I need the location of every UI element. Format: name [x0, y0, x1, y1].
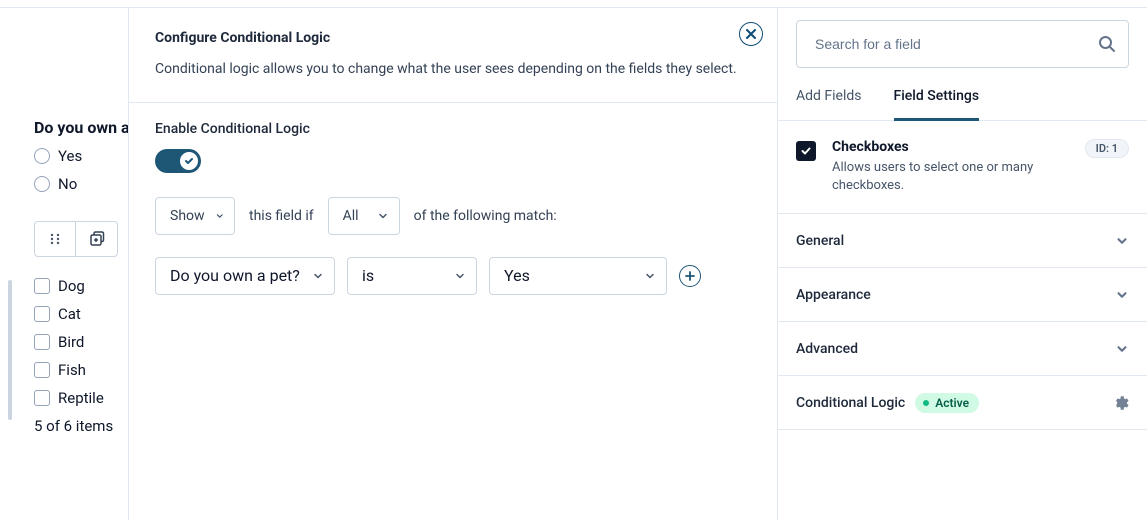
status-dot-icon — [923, 400, 929, 406]
conditional-logic-modal: Configure Conditional Logic Conditional … — [128, 8, 778, 520]
radio-label: No — [58, 175, 77, 193]
checkbox-label: Reptile — [58, 389, 104, 407]
match-type-select[interactable]: All — [328, 197, 400, 235]
section-label: Advanced — [796, 341, 858, 357]
search-input[interactable] — [815, 36, 1098, 52]
rule-text-1: this field if — [249, 208, 314, 224]
tabs: Add Fields Field Settings — [778, 88, 1147, 121]
checkbox-icon — [34, 278, 50, 294]
field-description: Allows users to select one or many check… — [832, 159, 1069, 195]
chevron-down-icon — [312, 270, 324, 282]
select-value: Yes — [504, 266, 530, 285]
radio-icon — [34, 176, 50, 192]
checkbox-icon — [34, 362, 50, 378]
status-text: Active — [935, 396, 969, 410]
checkmark-icon — [800, 145, 812, 157]
radio-icon — [34, 148, 50, 164]
chevron-down-icon — [1115, 288, 1129, 302]
condition-field-select[interactable]: Do you own a pet? — [155, 257, 335, 295]
checkbox-icon — [34, 334, 50, 350]
gear-icon[interactable] — [1111, 394, 1129, 412]
select-value: is — [362, 266, 374, 285]
radio-option-yes[interactable]: Yes — [34, 147, 130, 165]
chevron-down-icon — [1115, 342, 1129, 356]
section-label: Conditional Logic — [796, 395, 905, 411]
condition-operator-select[interactable]: is — [347, 257, 477, 295]
checkbox-option-cat[interactable]: Cat — [34, 305, 130, 323]
checkbox-label: Fish — [58, 361, 86, 379]
field-id-badge: ID: 1 — [1085, 139, 1129, 158]
select-value: Do you own a pet? — [170, 266, 300, 285]
show-hide-select[interactable]: Show — [155, 197, 235, 235]
form-preview-pane: Do you own a Yes No — [0, 8, 128, 520]
condition-value-select[interactable]: Yes — [489, 257, 667, 295]
section-label: Appearance — [796, 287, 871, 303]
section-appearance[interactable]: Appearance — [778, 268, 1147, 322]
field-type-icon — [796, 141, 816, 161]
chevron-down-icon — [1115, 234, 1129, 248]
checkbox-label: Cat — [58, 305, 81, 323]
tab-field-settings[interactable]: Field Settings — [894, 88, 980, 121]
section-conditional-logic[interactable]: Conditional Logic Active — [778, 376, 1147, 430]
drag-dots-icon — [48, 232, 62, 246]
checkbox-icon — [34, 390, 50, 406]
field-header-card: Checkboxes Allows users to select one or… — [778, 121, 1147, 214]
status-badge: Active — [915, 393, 979, 413]
duplicate-button[interactable] — [76, 221, 118, 257]
section-general[interactable]: General — [778, 214, 1147, 268]
enable-label: Enable Conditional Logic — [155, 121, 751, 137]
drag-handle-button[interactable] — [34, 221, 76, 257]
field-settings-pane: Add Fields Field Settings Checkboxes All… — [778, 8, 1147, 520]
items-count: 5 of 6 items — [34, 417, 130, 435]
radio-option-no[interactable]: No — [34, 175, 130, 193]
search-field-wrap[interactable] — [796, 20, 1129, 68]
rule-text-2: of the following match: — [414, 208, 557, 224]
checkbox-label: Dog — [58, 277, 85, 295]
checkbox-option-bird[interactable]: Bird — [34, 333, 130, 351]
select-value: All — [343, 208, 359, 224]
selection-indicator — [8, 280, 12, 420]
select-value: Show — [170, 208, 205, 224]
divider — [129, 102, 777, 103]
chevron-down-icon — [377, 210, 389, 222]
tab-add-fields[interactable]: Add Fields — [796, 88, 862, 120]
modal-title: Configure Conditional Logic — [155, 30, 751, 46]
plus-icon — [685, 271, 695, 281]
check-icon — [184, 156, 194, 166]
field-title: Checkboxes — [832, 139, 1069, 155]
checkbox-label: Bird — [58, 333, 84, 351]
radio-label: Yes — [58, 147, 82, 165]
modal-description: Conditional logic allows you to change w… — [155, 60, 751, 80]
search-icon — [1098, 35, 1116, 53]
add-condition-button[interactable] — [679, 265, 701, 287]
checkbox-option-fish[interactable]: Fish — [34, 361, 130, 379]
enable-toggle[interactable] — [155, 149, 201, 173]
question-label: Do you own a — [34, 118, 130, 137]
checkbox-icon — [34, 306, 50, 322]
duplicate-icon — [89, 231, 105, 247]
chevron-down-icon — [644, 270, 656, 282]
close-button[interactable] — [739, 22, 763, 46]
chevron-down-icon — [215, 210, 224, 222]
chevron-down-icon — [454, 270, 466, 282]
section-advanced[interactable]: Advanced — [778, 322, 1147, 376]
checkbox-option-reptile[interactable]: Reptile — [34, 389, 130, 407]
section-label: General — [796, 233, 844, 249]
checkbox-option-dog[interactable]: Dog — [34, 277, 130, 295]
close-icon — [746, 29, 756, 39]
